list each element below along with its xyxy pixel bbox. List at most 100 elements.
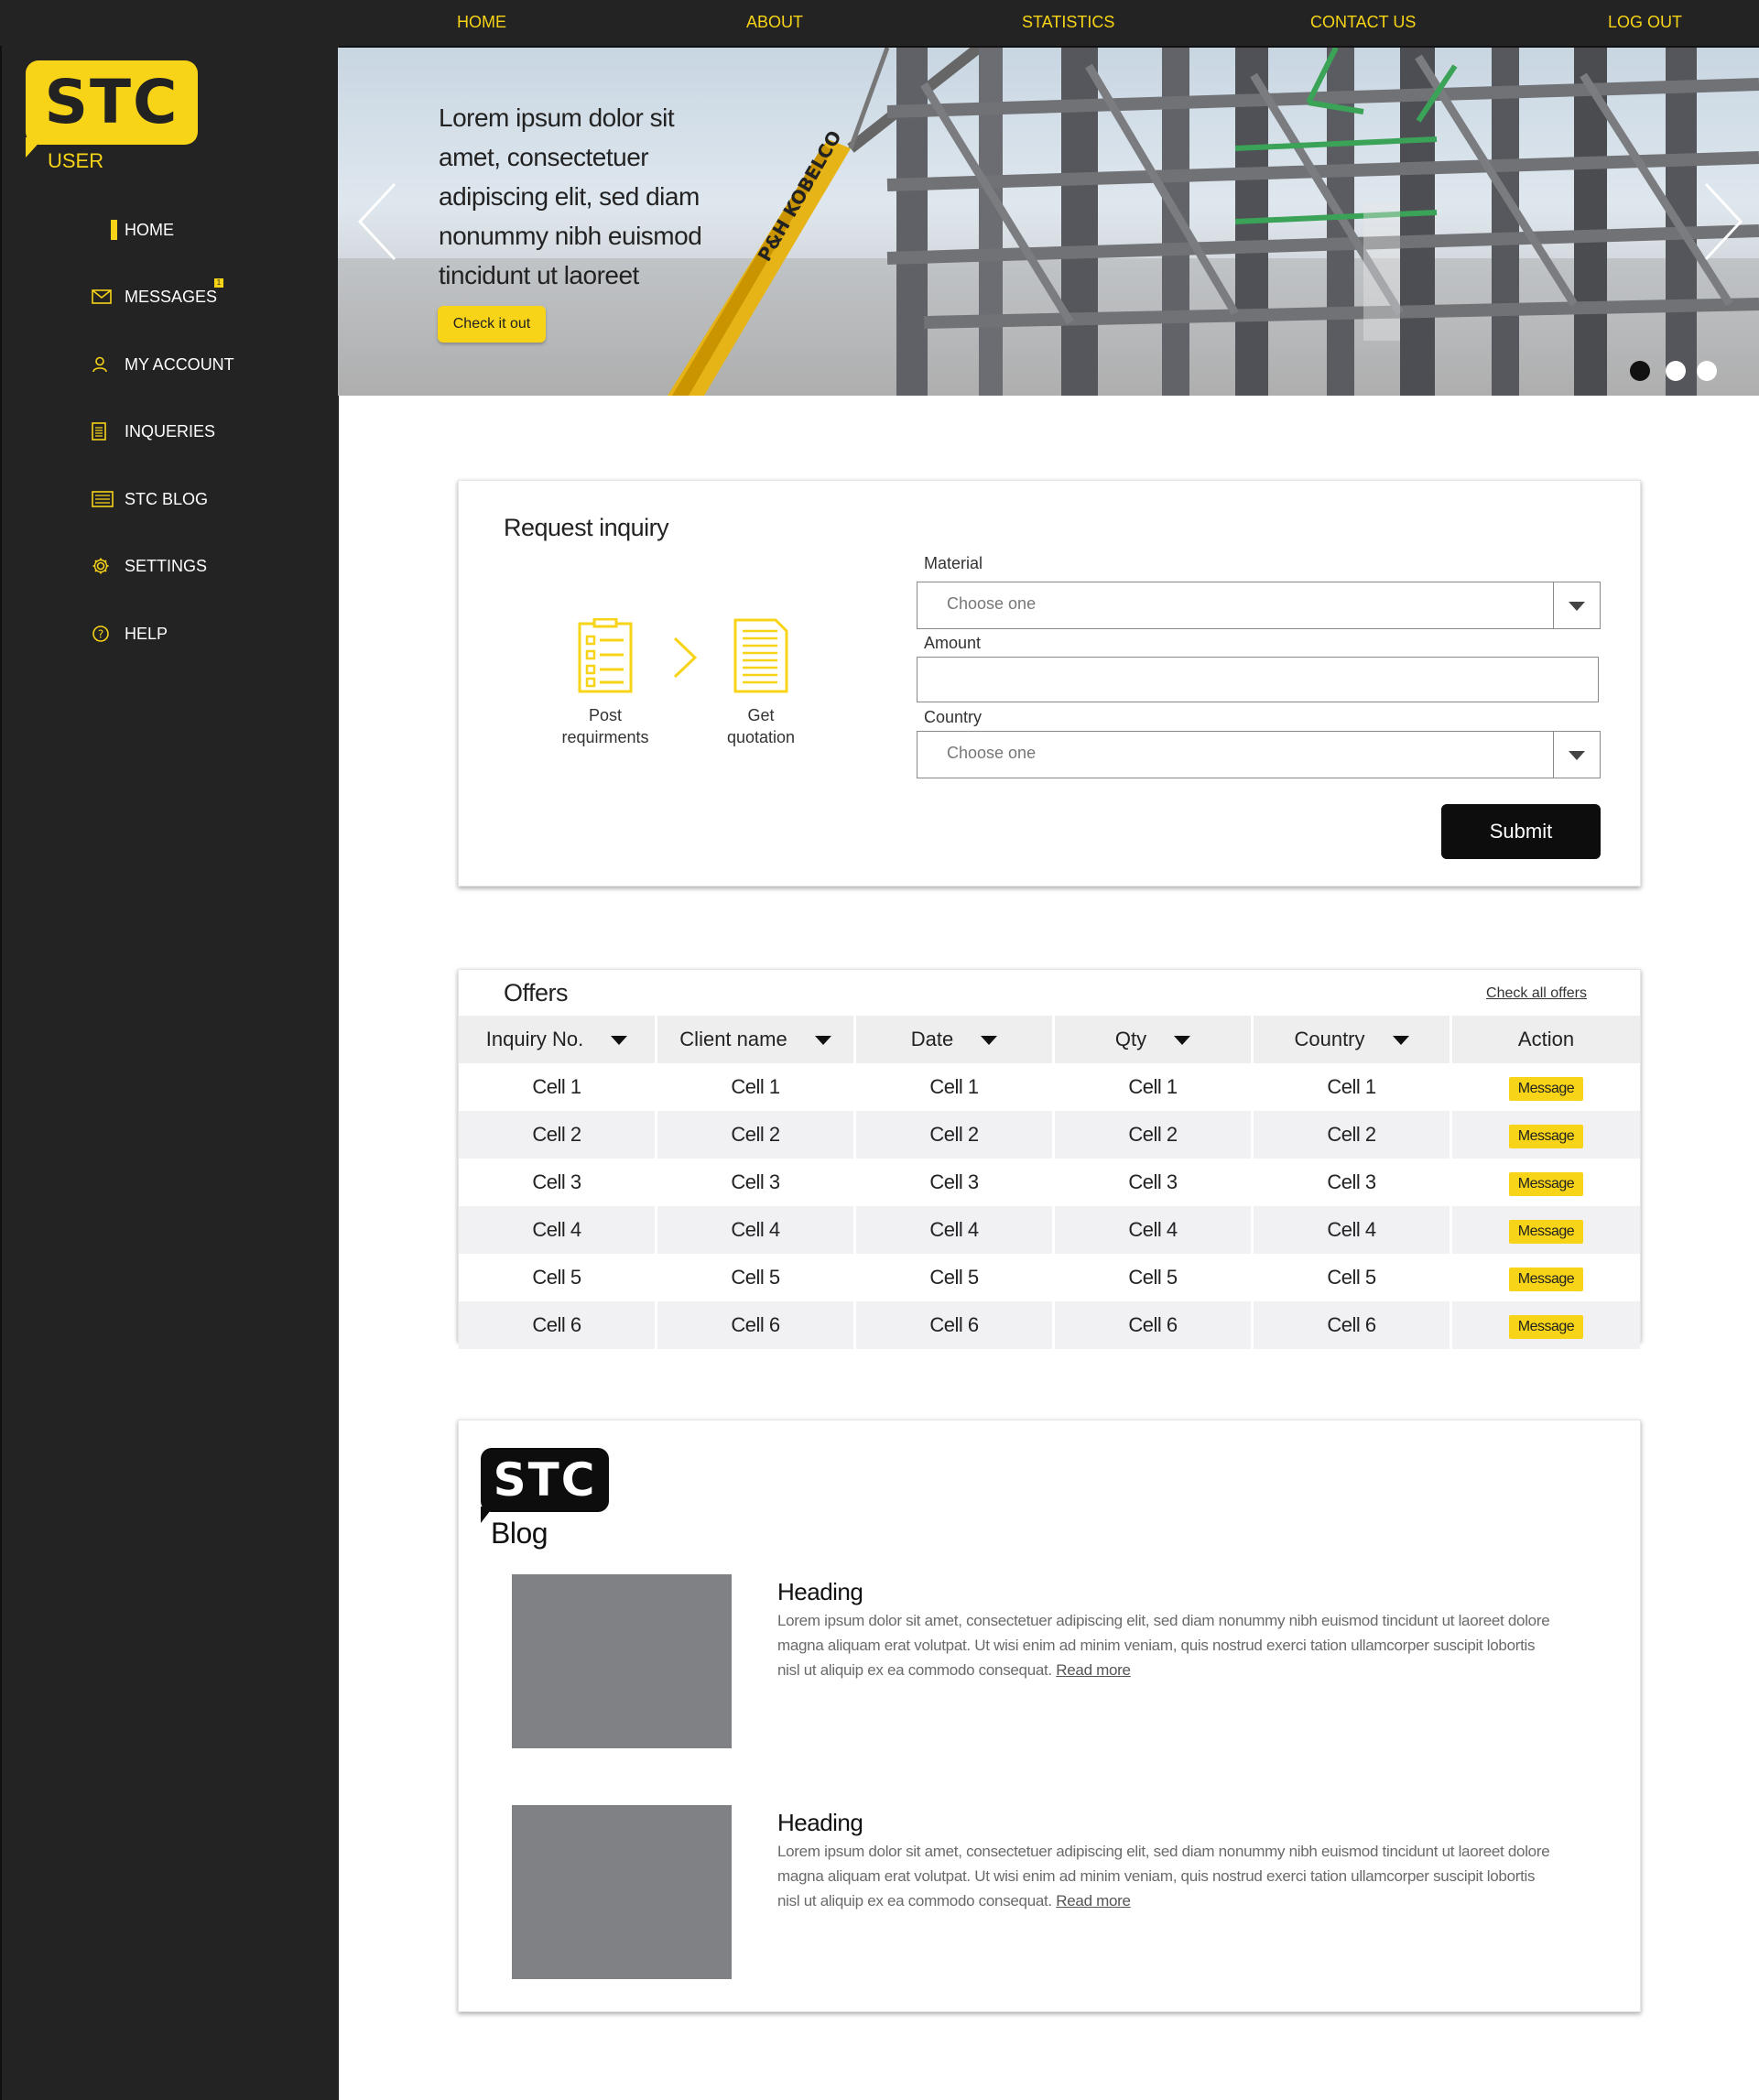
table-cell: Cell 4 bbox=[656, 1206, 856, 1254]
country-label: Country bbox=[924, 708, 983, 726]
table-cell: Cell 5 bbox=[1053, 1254, 1254, 1301]
logo-bubble-tail bbox=[26, 137, 44, 158]
slide-dot-2[interactable] bbox=[1666, 361, 1686, 381]
table-cell: Cell 4 bbox=[1053, 1206, 1254, 1254]
sidebar-item-settings[interactable]: SETTINGS bbox=[92, 553, 207, 579]
table-cell: Cell 6 bbox=[854, 1301, 1055, 1349]
column-header-action: Action bbox=[1450, 1016, 1640, 1063]
nav-logout-link[interactable]: LOG OUT bbox=[1608, 13, 1682, 32]
step-quotation-label: Get quotation bbox=[706, 704, 816, 748]
sidebar-item-stc-blog[interactable]: STC BLOG bbox=[92, 486, 208, 512]
post-body: Lorem ipsum dolor sit amet, consectetuer… bbox=[777, 1608, 1556, 1682]
column-header-label: Date bbox=[910, 1028, 954, 1050]
svg-text:?: ? bbox=[98, 628, 103, 641]
nav-contact-link[interactable]: CONTACT US bbox=[1310, 13, 1416, 32]
question-circle-icon: ? bbox=[92, 625, 125, 643]
table-cell: Cell 3 bbox=[1252, 1159, 1452, 1206]
slide-dot-3[interactable] bbox=[1697, 361, 1717, 381]
hero-carousel: P&H KOBELCO Lorem ipsum dolor sit amet, … bbox=[338, 48, 1759, 396]
check-all-offers-link[interactable]: Check all offers bbox=[1486, 985, 1587, 1002]
post-image-placeholder[interactable] bbox=[512, 1805, 732, 1979]
table-cell-action: Message bbox=[1450, 1111, 1640, 1159]
message-button[interactable]: Message bbox=[1508, 1171, 1584, 1196]
nav-home-link[interactable]: HOME bbox=[457, 13, 506, 32]
submit-button[interactable]: Submit bbox=[1441, 804, 1601, 859]
get-quotation-icon bbox=[733, 618, 788, 698]
unread-badge: 1 bbox=[214, 278, 223, 288]
read-more-link[interactable]: Read more bbox=[1056, 1892, 1131, 1910]
message-button[interactable]: Message bbox=[1508, 1267, 1584, 1291]
nav-about-link[interactable]: ABOUT bbox=[746, 13, 803, 32]
sort-caret-icon[interactable] bbox=[1392, 1036, 1409, 1046]
sidebar-item-help[interactable]: ? HELP bbox=[92, 621, 168, 647]
column-header-label: Country bbox=[1294, 1028, 1365, 1050]
table-cell: Cell 1 bbox=[854, 1063, 1055, 1111]
sidebar-item-inqueries[interactable]: INQUERIES bbox=[92, 419, 215, 444]
post-requirements-icon bbox=[578, 617, 633, 698]
sidebar-item-label: SETTINGS bbox=[125, 556, 208, 575]
user-icon bbox=[92, 355, 125, 374]
post-image-placeholder[interactable] bbox=[512, 1574, 732, 1748]
table-row: Cell 1 Cell 1 Cell 1 Cell 1 Cell 1 Messa… bbox=[459, 1063, 1640, 1111]
material-select[interactable]: Choose one bbox=[917, 582, 1601, 629]
column-header-client-name[interactable]: Client name bbox=[656, 1016, 856, 1063]
offers-card: Offers Check all offers Inquiry No. Clie… bbox=[458, 969, 1641, 1349]
table-cell: Cell 4 bbox=[854, 1206, 1055, 1254]
document-icon bbox=[92, 422, 125, 441]
table-cell: Cell 5 bbox=[656, 1254, 856, 1301]
table-cell: Cell 2 bbox=[854, 1111, 1055, 1159]
country-dropdown-toggle[interactable] bbox=[1553, 732, 1600, 778]
message-button[interactable]: Message bbox=[1508, 1219, 1584, 1244]
request-inquiry-title: Request inquiry bbox=[504, 514, 669, 541]
hero-text: Lorem ipsum dolor sit amet, consectetuer… bbox=[439, 103, 702, 289]
stc-blog-logo[interactable]: STC bbox=[481, 1448, 609, 1512]
material-label: Material bbox=[924, 554, 983, 572]
sidebar-item-label: HOME bbox=[125, 220, 174, 239]
column-header-country[interactable]: Country bbox=[1252, 1016, 1452, 1063]
column-header-qty[interactable]: Qty bbox=[1053, 1016, 1254, 1063]
chevron-right-icon bbox=[671, 635, 699, 685]
table-row: Cell 5 Cell 5 Cell 5 Cell 5 Cell 5 Messa… bbox=[459, 1254, 1640, 1301]
table-cell: Cell 1 bbox=[656, 1063, 856, 1111]
sort-caret-icon[interactable] bbox=[1174, 1036, 1191, 1046]
sort-caret-icon[interactable] bbox=[981, 1036, 998, 1046]
column-header-label: Qty bbox=[1114, 1028, 1147, 1050]
material-dropdown-toggle[interactable] bbox=[1553, 582, 1600, 628]
table-cell-action: Message bbox=[1451, 1063, 1641, 1111]
sort-caret-icon[interactable] bbox=[814, 1036, 831, 1046]
message-button[interactable]: Message bbox=[1508, 1076, 1584, 1101]
amount-input[interactable] bbox=[917, 657, 1599, 702]
table-cell: Cell 2 bbox=[656, 1111, 856, 1159]
sidebar-item-home[interactable]: HOME bbox=[92, 217, 174, 243]
table-cell: Cell 3 bbox=[656, 1159, 856, 1206]
next-slide-arrow-icon[interactable] bbox=[1702, 180, 1744, 267]
column-header-inquiry-no[interactable]: Inquiry No. bbox=[459, 1016, 657, 1063]
sort-caret-icon[interactable] bbox=[611, 1036, 628, 1046]
nav-statistics-link[interactable]: STATISTICS bbox=[1022, 13, 1114, 32]
stc-logo[interactable]: STC bbox=[26, 60, 198, 145]
table-cell: Cell 5 bbox=[1252, 1254, 1452, 1301]
column-header-date[interactable]: Date bbox=[854, 1016, 1055, 1063]
read-more-link[interactable]: Read more bbox=[1056, 1661, 1131, 1679]
table-cell: Cell 6 bbox=[459, 1301, 657, 1349]
table-cell: Cell 1 bbox=[1053, 1063, 1254, 1111]
message-button[interactable]: Message bbox=[1508, 1124, 1584, 1148]
previous-slide-arrow-icon[interactable] bbox=[356, 180, 398, 267]
table-cell: Cell 1 bbox=[1252, 1063, 1452, 1111]
table-cell: Cell 2 bbox=[459, 1111, 657, 1159]
table-cell: Cell 3 bbox=[1053, 1159, 1254, 1206]
message-button[interactable]: Message bbox=[1508, 1314, 1584, 1339]
column-header-label: Inquiry No. bbox=[485, 1028, 584, 1050]
check-it-out-button[interactable]: Check it out bbox=[438, 306, 546, 343]
step-quotation-line2: quotation bbox=[726, 728, 796, 746]
table-cell: Cell 2 bbox=[1252, 1111, 1452, 1159]
post-body: Lorem ipsum dolor sit amet, consectetuer… bbox=[777, 1839, 1556, 1913]
sidebar-item-my-account[interactable]: MY ACCOUNT bbox=[92, 352, 234, 377]
user-role-label: USER bbox=[48, 149, 104, 172]
step-post-label: Post requirments bbox=[550, 704, 660, 748]
sidebar-item-messages[interactable]: MESSAGES 1 bbox=[92, 278, 223, 310]
country-select[interactable]: Choose one bbox=[917, 731, 1601, 778]
table-row: Cell 3 Cell 3 Cell 3 Cell 3 Cell 3 Messa… bbox=[459, 1159, 1640, 1206]
table-cell-action: Message bbox=[1451, 1159, 1641, 1206]
slide-dot-1[interactable] bbox=[1630, 361, 1650, 381]
